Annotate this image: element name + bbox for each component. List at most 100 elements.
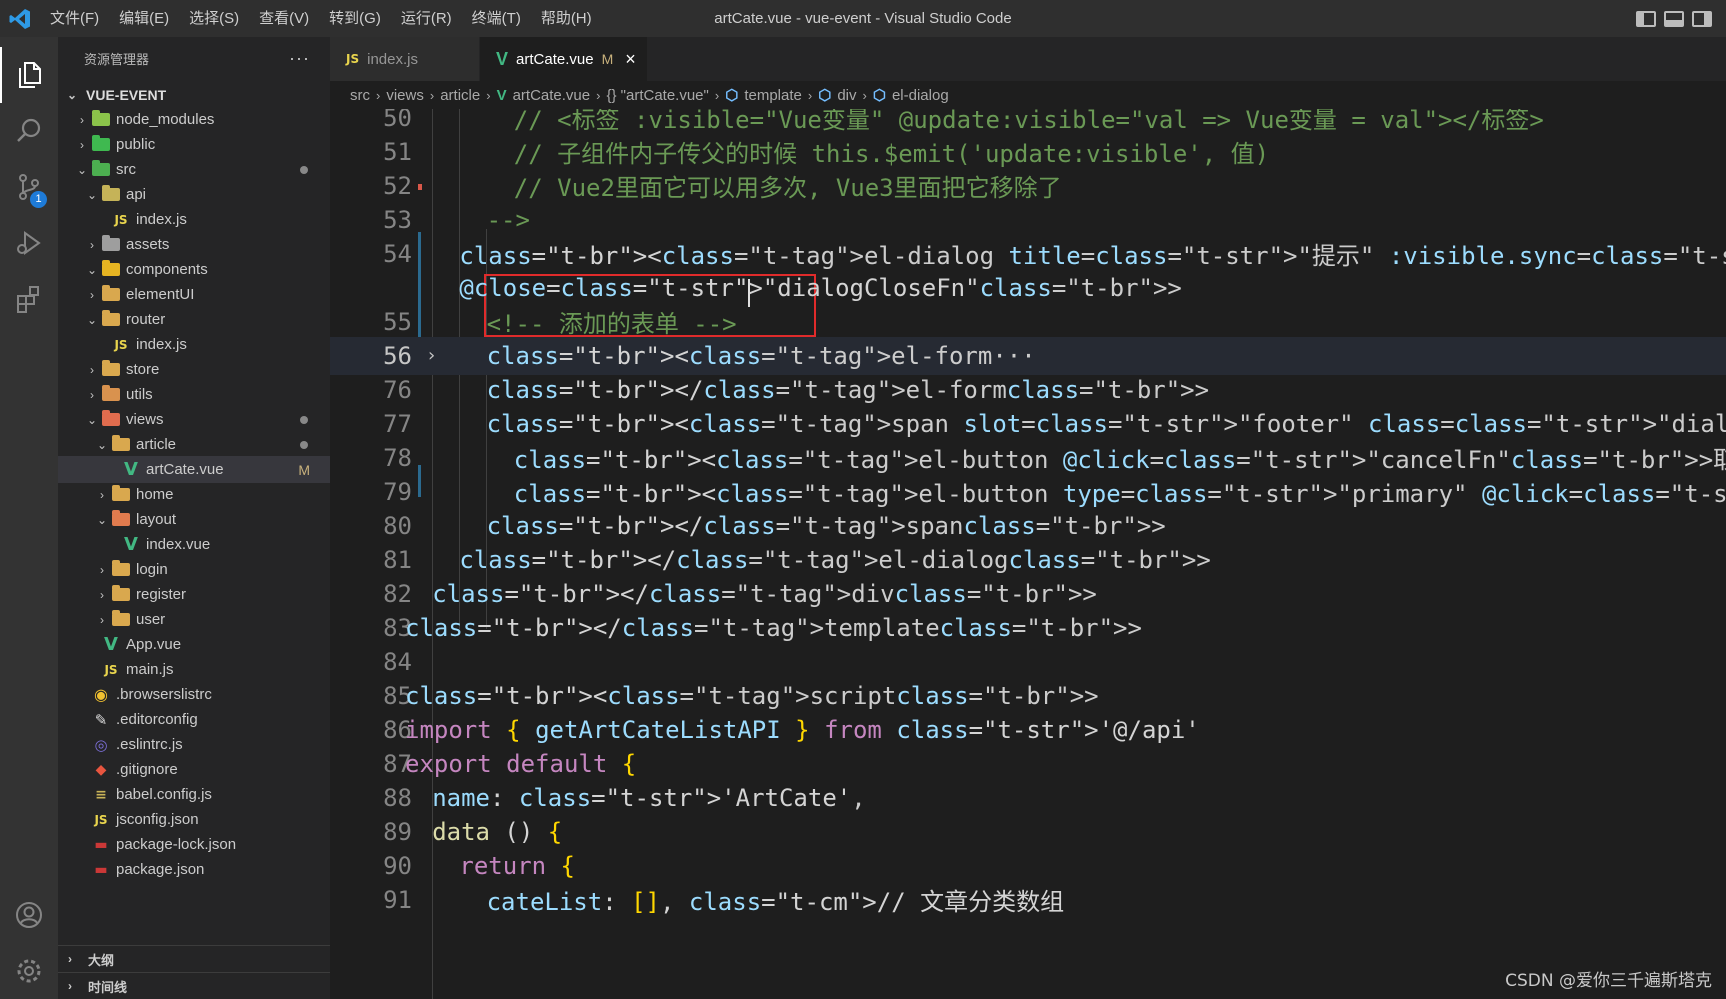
code-line[interactable]: 85 class="t-br"><class="t-tag">scriptclas… [330,677,1726,715]
toggle-panel-icon[interactable] [1664,10,1684,27]
tree-item[interactable]: › public [58,131,330,158]
tree-item[interactable]: JS index.js [58,331,330,358]
toggle-primary-sidebar-icon[interactable] [1636,10,1656,27]
tree-item-label: main.js [126,661,174,678]
menu-file[interactable]: 文件(F) [40,0,109,37]
code-line[interactable]: 89 data () { [330,813,1726,851]
tree-item[interactable]: ✎ .editorconfig [58,706,330,733]
breadcrumb-item[interactable]: el-dialog [892,87,949,104]
code-line[interactable]: 53 --> [330,201,1726,239]
tree-item[interactable]: ⌄ components [58,256,330,283]
code-text: <!-- 添加的表单 --> [486,310,737,339]
code-line[interactable]: 56 › class="t-br"><class="t-tag">el-form··… [330,337,1726,375]
code-line[interactable]: 84 [330,643,1726,681]
tree-item[interactable]: › home [58,481,330,508]
breadcrumb-item[interactable]: {} "artCate.vue" [606,87,708,104]
tree-item[interactable]: › register [58,581,330,608]
code-line[interactable]: 90 return { [330,847,1726,885]
code-line[interactable]: 79 class="t-br"><class="t-tag">el-button … [330,473,1726,511]
code-line[interactable]: @close=class="t-str">"dialogCloseFn"clas… [330,269,1726,307]
tab-artcate-vue[interactable]: V artCate.vue M × [480,37,648,81]
code-line[interactable]: 52 // Vue2里面它可以用多次, Vue3里面把它移除了 [330,167,1726,205]
tree-item[interactable]: ⌄ router [58,306,330,333]
run-debug-icon[interactable] [0,215,58,271]
menu-help[interactable]: 帮助(H) [531,0,602,37]
search-icon[interactable] [0,103,58,159]
tree-item[interactable]: › user [58,606,330,633]
breadcrumb-item[interactable]: views [386,87,424,104]
tree-item[interactable]: ◎ .eslintrc.js [58,731,330,758]
menu-terminal[interactable]: 终端(T) [462,0,531,37]
tree-item[interactable]: ≡ babel.config.js [58,781,330,808]
line-number: 89 [383,817,412,846]
explorer-sidebar: 资源管理器 ··· ⌄ VUE-EVENT › node_modules › publ… [58,37,330,999]
breadcrumb-item[interactable]: div [837,87,856,104]
tree-item[interactable]: VartCate.vue M [58,456,330,483]
tree-item[interactable]: ⌄ views [58,406,330,433]
tree-item[interactable]: ▬ package-lock.json [58,831,330,858]
code-line[interactable]: 91 cateList: [], class="t-cm">// 文章分类数组 [330,881,1726,919]
code-line[interactable]: 88 name: class="t-str">'ArtCate', [330,779,1726,817]
tree-item[interactable]: ⌄ article [58,431,330,458]
code-text: class="t-br"><class="t-tag">el-dialog ti… [459,242,1726,271]
account-icon[interactable] [0,887,58,943]
more-actions-icon[interactable]: ··· [289,48,310,69]
fold-chevron-icon[interactable]: › [426,345,437,366]
outline-section[interactable]: › 大纲 [58,945,330,972]
js-file-icon: JS [346,52,360,66]
git-status-badge: M [298,461,310,478]
menu-view[interactable]: 查看(V) [249,0,319,37]
timeline-section[interactable]: › 时间线 [58,972,330,999]
tab-index-js[interactable]: JS index.js [330,37,480,81]
tree-item[interactable]: ⌄ layout [58,506,330,533]
tree-item[interactable]: › assets [58,231,330,258]
menu-selection[interactable]: 选择(S) [179,0,249,37]
source-control-icon[interactable]: 1 [0,159,58,215]
tree-item[interactable]: JS main.js [58,656,330,683]
settings-gear-icon[interactable] [0,943,58,999]
close-tab-icon[interactable]: × [625,49,636,70]
breadcrumb-item[interactable]: src [350,87,370,104]
code-line[interactable]: 81 class="t-br"></class="t-tag">el-dialog… [330,541,1726,579]
code-line[interactable]: 55 <!-- 添加的表单 --> [330,303,1726,341]
tree-item[interactable]: JS jsconfig.json [58,806,330,833]
file-tree: ⌄ VUE-EVENT › node_modules › public ⌄ src ⌄ api… [58,79,330,981]
code-line[interactable]: 87 export default { [330,745,1726,783]
tree-item[interactable]: › node_modules [58,106,330,133]
code-line[interactable]: 77 class="t-br"><class="t-tag">span slot=… [330,405,1726,443]
tree-item[interactable]: › login [58,556,330,583]
tree-item-label: public [116,136,156,153]
breadcrumb-item[interactable]: artCate.vue [513,87,591,104]
code-line[interactable]: 86 import { getArtCateListAPI } from clas… [330,711,1726,749]
extensions-icon[interactable] [0,271,58,327]
breadcrumb: src › views › article › VartCate.vue › {} "artCa… [330,81,1726,109]
tree-item[interactable]: JS index.js [58,206,330,233]
code-line[interactable]: 54 class="t-br"><class="t-tag">el-dialog … [330,235,1726,273]
vue-file-icon: V [124,534,138,555]
code-line[interactable]: 76 class="t-br"></class="t-tag">el-formcl… [330,371,1726,409]
code-line[interactable]: 51 // 子组件内子传父的时候 this.$emit('update:visib… [330,133,1726,171]
tree-item[interactable]: › store [58,356,330,383]
breadcrumb-item[interactable]: article [440,87,480,104]
explorer-icon[interactable] [0,47,58,103]
breadcrumb-item[interactable]: template [744,87,802,104]
tree-item[interactable]: ⌄ api [58,181,330,208]
menu-go[interactable]: 转到(G) [319,0,391,37]
code-line[interactable]: 78 class="t-br"><class="t-tag">el-button … [330,439,1726,477]
code-editor[interactable]: I CSDN @爱你三千遍斯塔克 50// <标签 :visible="Vue变… [330,109,1726,999]
tree-item[interactable]: › utils [58,381,330,408]
tree-item[interactable]: ▬ package.json [58,856,330,883]
code-line[interactable]: 82 class="t-br"></class="t-tag">divclass=… [330,575,1726,613]
code-line[interactable]: 80 class="t-br"></class="t-tag">spanclass… [330,507,1726,545]
menu-run[interactable]: 运行(R) [391,0,462,37]
tree-item[interactable]: ◉ .browserslistrc [58,681,330,708]
tree-item[interactable]: ⌄ src [58,156,330,183]
tree-item[interactable]: ◆ .gitignore [58,756,330,783]
menu-edit[interactable]: 编辑(E) [109,0,179,37]
tree-item[interactable]: › elementUI [58,281,330,308]
code-line[interactable]: 83 class="t-br"></class="t-tag">templatec… [330,609,1726,647]
tree-item[interactable]: V App.vue [58,631,330,658]
toggle-secondary-sidebar-icon[interactable] [1692,10,1712,27]
workspace-root[interactable]: ⌄ VUE-EVENT [58,81,330,108]
tree-item[interactable]: Vindex.vue [58,531,330,558]
